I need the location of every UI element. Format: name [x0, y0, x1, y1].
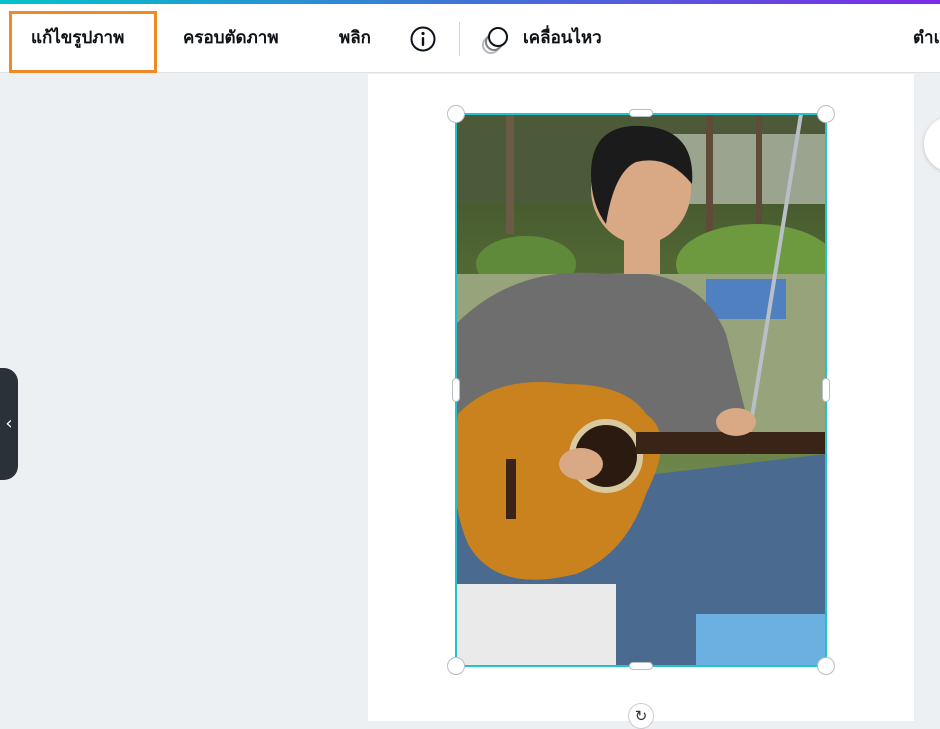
edit-image-button[interactable]: แก้ไขรูปภาพ [31, 4, 124, 73]
resize-handle-right[interactable] [822, 378, 830, 402]
resize-handle-bottom-left[interactable] [447, 657, 465, 675]
resize-handle-bottom-right[interactable] [817, 657, 835, 675]
position-button[interactable]: ตำแ [913, 4, 940, 73]
crop-image-button[interactable]: ครอบตัดภาพ [183, 4, 279, 73]
page-side-button[interactable] [924, 116, 940, 172]
animate-icon[interactable] [480, 26, 510, 56]
flip-button[interactable]: พลิก [339, 4, 371, 73]
resize-handle-top-left[interactable] [447, 105, 465, 123]
chevron-left-icon: ‹ [5, 413, 13, 434]
collapse-sidebar-button[interactable]: ‹ [0, 368, 18, 480]
resize-handle-left[interactable] [452, 378, 460, 402]
toolbar-divider [459, 22, 460, 56]
rotate-handle[interactable]: ↻ [628, 703, 654, 729]
resize-handle-top-right[interactable] [817, 105, 835, 123]
context-toolbar: แก้ไขรูปภาพ ครอบตัดภาพ พลิก เคลื่อนไหว ต… [0, 4, 940, 73]
animate-button[interactable]: เคลื่อนไหว [523, 4, 602, 73]
info-icon[interactable] [410, 26, 436, 52]
rotate-icon: ↻ [634, 707, 648, 725]
resize-handle-bottom[interactable] [629, 662, 653, 670]
resize-handle-top[interactable] [629, 109, 653, 117]
guitar-photo[interactable] [456, 114, 826, 666]
